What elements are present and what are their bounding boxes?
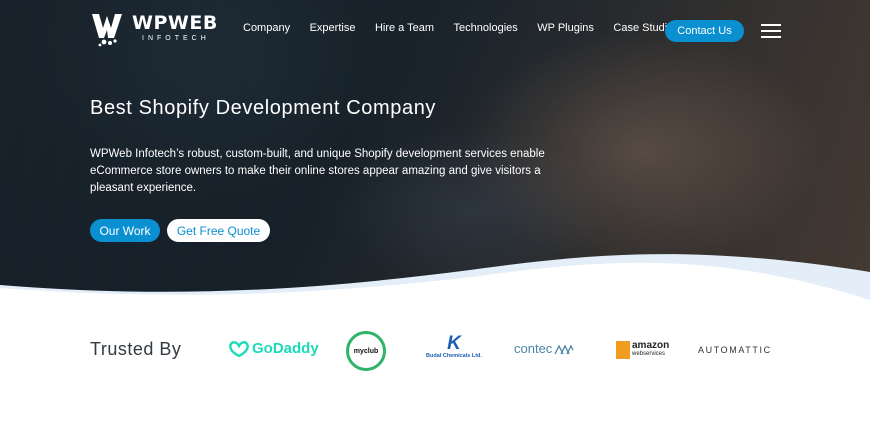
webservices-text: webservices <box>632 351 666 357</box>
logo-subtitle: INFOTECH <box>142 35 210 42</box>
wpweb-logo[interactable]: WPWEB INFOTECH <box>90 12 218 48</box>
hero-wave-divider <box>0 254 870 330</box>
trusted-by-heading: Trusted By <box>90 339 182 359</box>
hero-description: WPWeb Infotech’s robust, custom-built, a… <box>90 148 545 194</box>
godaddy-logo-icon <box>229 340 249 357</box>
hamburger-menu-icon[interactable] <box>761 24 781 38</box>
main-nav: Company Expertise Hire a Team Technologi… <box>243 22 698 34</box>
nav-hire-a-team[interactable]: Hire a Team <box>375 22 434 34</box>
get-free-quote-button[interactable]: Get Free Quote <box>167 219 270 242</box>
our-work-button[interactable]: Our Work <box>90 219 160 242</box>
contec-text: contec <box>514 341 553 356</box>
logo-wordmark: WPWEB INFOTECH <box>132 12 218 43</box>
amazon-text: amazon <box>632 340 670 351</box>
amazon-web-services-logo: amazon webservices <box>616 341 669 359</box>
nav-company[interactable]: Company <box>243 22 290 34</box>
budal-chemicals-logo: K Budal Chemicals Ltd. <box>426 334 482 359</box>
automattic-logo: AUTOMATTIC <box>698 345 772 355</box>
nav-technologies[interactable]: Technologies <box>454 22 518 34</box>
nav-wp-plugins[interactable]: WP Plugins <box>537 22 594 34</box>
logo-name: WPWEB <box>132 12 218 34</box>
aws-cubes-icon <box>616 341 630 359</box>
godaddy-text: GoDaddy <box>252 340 319 357</box>
contact-us-button[interactable]: Contact Us <box>665 20 744 42</box>
godaddy-logo: GoDaddy <box>229 340 319 357</box>
budal-text: Budal Chemicals Ltd. <box>426 353 482 359</box>
nav-expertise[interactable]: Expertise <box>310 22 356 34</box>
budal-k-mark: K <box>447 333 461 354</box>
contec-logo: contec <box>514 341 574 356</box>
myclub-text: myclub <box>353 347 379 355</box>
wpweb-logo-icon <box>92 14 122 47</box>
hero-title: Best Shopify Development Company <box>90 97 437 119</box>
myclub-logo: myclub <box>346 331 386 371</box>
contec-mark-icon <box>554 344 574 354</box>
